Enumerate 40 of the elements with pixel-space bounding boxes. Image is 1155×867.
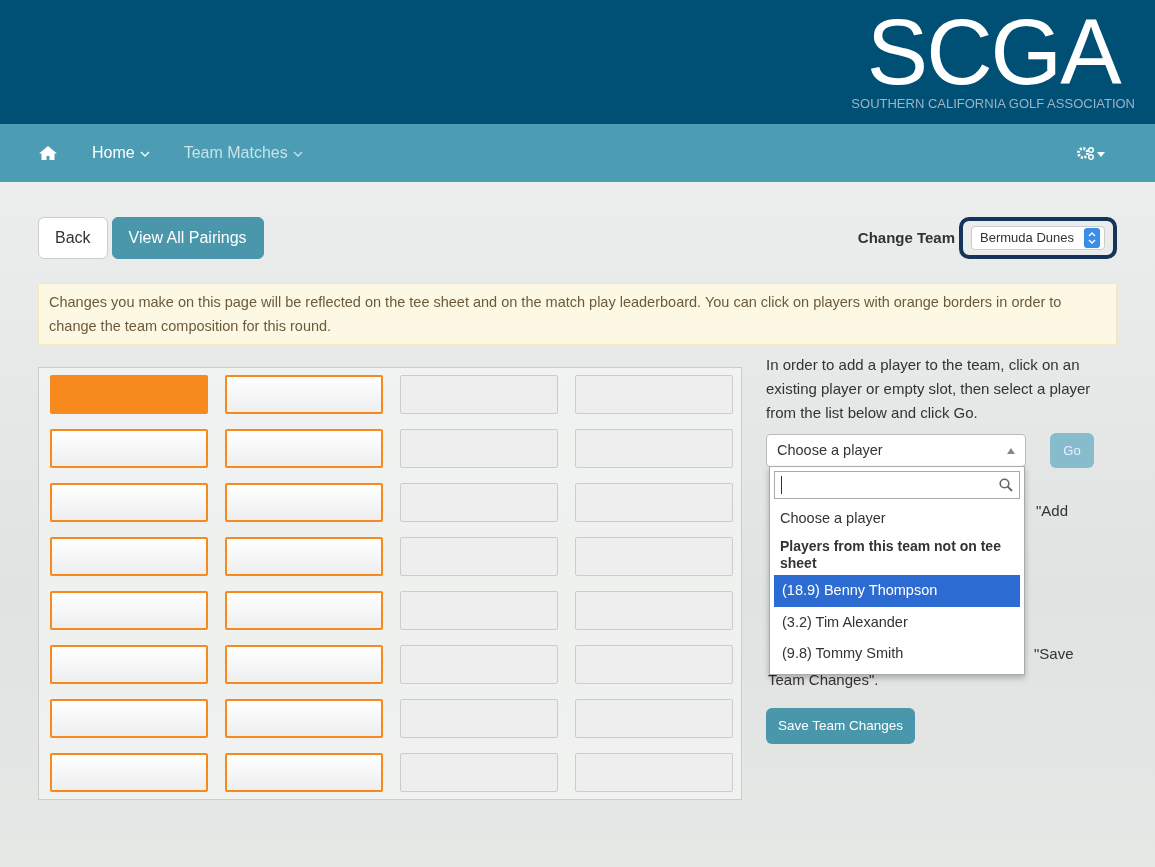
player-slot[interactable] — [50, 483, 208, 522]
instructions-text: In order to add a player to the team, click on an existing player or empty slot, then select a player from the list below and click Go. — [766, 355, 1092, 423]
chevron-down-icon — [292, 150, 303, 157]
player-slot[interactable] — [225, 753, 383, 792]
player-slot[interactable] — [50, 699, 208, 738]
caret-icon — [1007, 447, 1015, 454]
player-slot[interactable] — [50, 429, 208, 468]
dropdown-option[interactable]: (9.8) Tommy Smith — [774, 638, 1020, 670]
team-select[interactable]: Bermuda Dunes — [971, 226, 1105, 250]
player-slot[interactable] — [225, 483, 383, 522]
dropdown-option[interactable]: (18.9) Benny Thompson — [774, 574, 1020, 607]
chevron-down-icon — [139, 150, 150, 157]
select-value: Choose a player — [777, 440, 883, 460]
dropdown-option[interactable]: Choose a player — [774, 503, 1020, 535]
instructions-text: Team Changes". — [768, 670, 879, 690]
player-slot[interactable] — [50, 645, 208, 684]
player-slot[interactable] — [225, 375, 383, 414]
stepper-icon — [1084, 228, 1100, 248]
player-slot[interactable] — [225, 645, 383, 684]
option-group-label: Players from this team not on tee sheet — [779, 536, 1002, 573]
search-icon — [999, 478, 1013, 492]
logo-subtitle: SOUTHERN CALIFORNIA GOLF ASSOCIATION — [851, 94, 1135, 113]
dropdown-option[interactable]: (3.2) Tim Alexander — [774, 606, 1020, 639]
player-slot[interactable] — [225, 699, 383, 738]
gears-icon[interactable] — [1077, 146, 1107, 160]
player-slot[interactable] — [225, 429, 383, 468]
home-icon[interactable] — [38, 145, 58, 161]
change-team-label: Change Team — [857, 227, 956, 248]
player-slot[interactable] — [225, 537, 383, 576]
instructions-text: "Add — [1036, 501, 1068, 521]
player-slot[interactable] — [50, 591, 208, 630]
logo-text: SCGA — [866, 10, 1120, 94]
player-select[interactable]: Choose a player — [766, 434, 1026, 467]
search-field[interactable] — [774, 471, 1020, 499]
player-slot[interactable] — [50, 537, 208, 576]
player-slot[interactable] — [225, 591, 383, 630]
notice-message: Changes you make on this page will be reflected on the tee sheet and on the match play leaderboard. You can click on players with orange borders in order to change the team composition for this round. — [38, 283, 1117, 345]
back-button[interactable]: Back — [38, 217, 108, 259]
player-slot[interactable] — [50, 753, 208, 792]
instructions-text: "Save — [1034, 644, 1074, 664]
